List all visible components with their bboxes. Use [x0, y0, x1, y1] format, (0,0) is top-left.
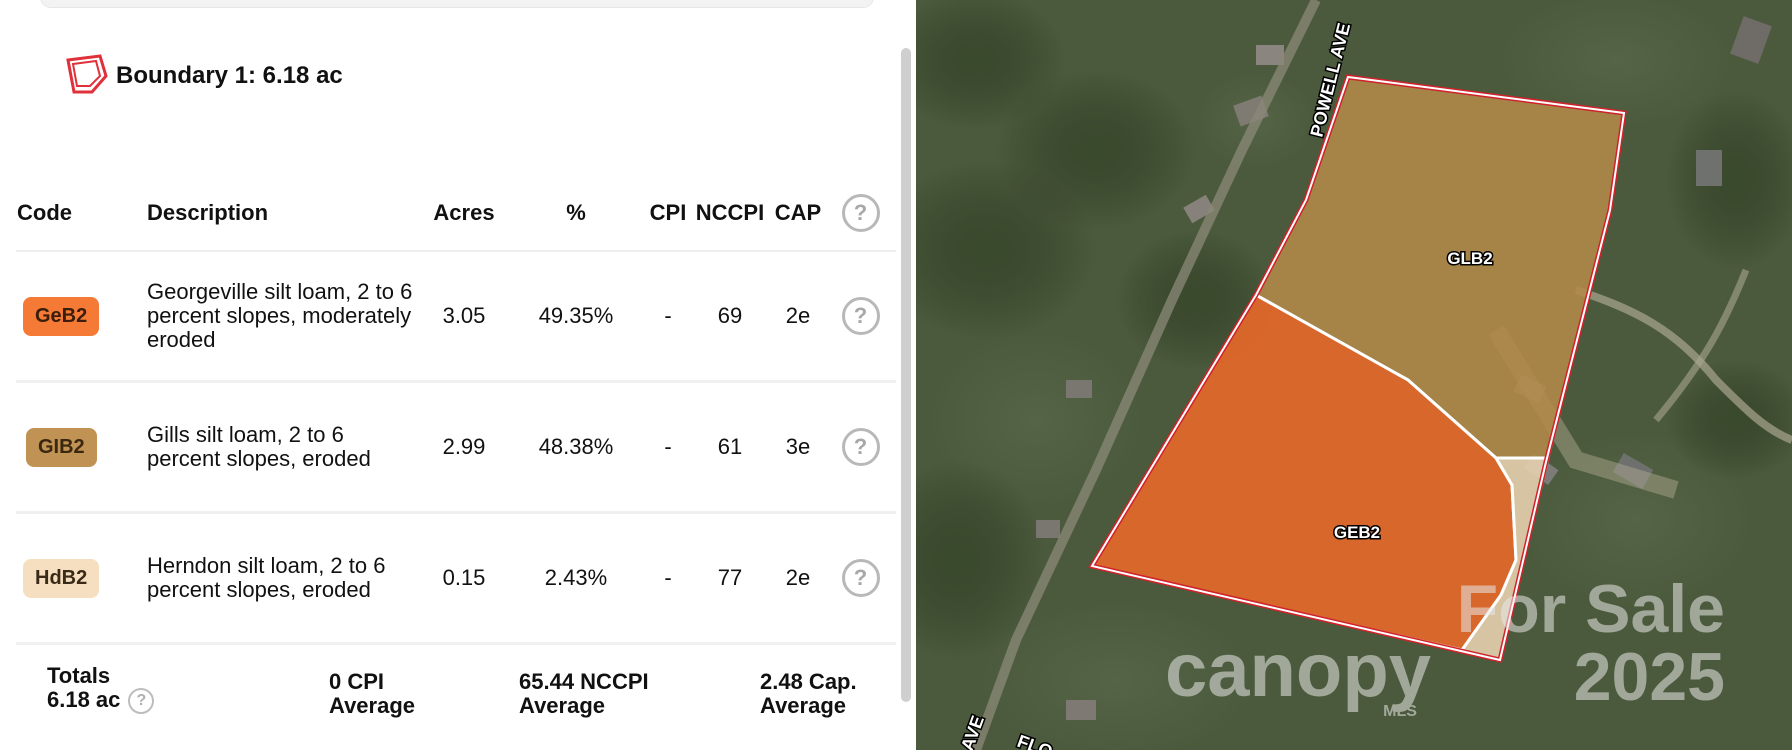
table-row: HdB2 Herndon silt loam, 2 to 6 percent s…: [16, 512, 896, 645]
help-icon[interactable]: ?: [841, 428, 880, 466]
header-acres: Acres: [423, 176, 505, 252]
totals-acres: 6.18 ac: [47, 687, 121, 712]
description-cell: Georgeville silt loam, 2 to 6 percent sl…: [146, 251, 423, 383]
header-percent: %: [505, 176, 647, 252]
soil-table: Code Description Acres % CPI NCCPI CAP ?…: [16, 176, 896, 645]
watermark-mls: MLS: [1383, 703, 1417, 720]
header-description: Description: [146, 176, 423, 252]
watermark-brand: canopy: [1165, 628, 1431, 713]
help-icon[interactable]: ?: [841, 194, 880, 232]
code-cell: HdB2: [16, 512, 146, 645]
totals-label: Totals: [47, 663, 111, 688]
nccpi-cell: 69: [689, 251, 771, 383]
totals-cap-sub: Average: [760, 693, 847, 718]
watermark-for-sale: For Sale: [1457, 571, 1725, 647]
totals-label-block: Totals 6.18 ac?: [47, 663, 155, 715]
help-cell[interactable]: ?: [825, 512, 896, 645]
totals-cap: 2.48 Cap. Average: [760, 670, 857, 718]
code-cell: GeB2: [16, 251, 146, 383]
help-cell[interactable]: ?: [825, 381, 896, 514]
help-cell[interactable]: ?: [825, 251, 896, 383]
cap-cell: 2e: [771, 512, 825, 645]
nccpi-cell: 77: [689, 512, 771, 645]
description-cell: Gills silt loam, 2 to 6 percent slopes, …: [146, 381, 423, 514]
boundary-header: Boundary 1: 6.18 ac: [64, 54, 343, 98]
percent-cell: 2.43%: [505, 512, 647, 645]
totals-acres-line: 6.18 ac?: [47, 687, 155, 715]
table-row: GIB2 Gills silt loam, 2 to 6 percent slo…: [16, 381, 896, 514]
header-help[interactable]: ?: [825, 176, 896, 252]
boundary-title: Boundary 1: 6.18 ac: [116, 62, 343, 89]
acres-cell: 2.99: [423, 381, 505, 514]
nccpi-cell: 61: [689, 381, 771, 514]
header-code: Code: [16, 176, 146, 252]
soil-code-badge[interactable]: GIB2: [26, 427, 97, 467]
polygon-icon: [66, 54, 108, 94]
soil-code-badge[interactable]: GeB2: [23, 296, 100, 336]
percent-cell: 49.35%: [505, 251, 647, 383]
search-bar-edge[interactable]: [40, 0, 874, 8]
label-geb2: GEB2: [1334, 523, 1380, 542]
cpi-cell: -: [647, 381, 689, 514]
cap-cell: 2e: [771, 251, 825, 383]
scrollbar[interactable]: [901, 48, 911, 702]
totals-cpi-value: 0 CPI: [329, 669, 385, 694]
help-icon[interactable]: ?: [128, 688, 155, 715]
totals-cpi: 0 CPI Average: [329, 670, 415, 718]
code-cell: GIB2: [16, 381, 146, 514]
acres-cell: 3.05: [423, 251, 505, 383]
table-row: GeB2 Georgeville silt loam, 2 to 6 perce…: [16, 251, 896, 383]
acres-cell: 0.15: [423, 512, 505, 645]
totals-nccpi-sub: Average: [519, 693, 606, 718]
header-cpi: CPI: [647, 176, 689, 252]
totals-cap-value: 2.48 Cap.: [760, 669, 857, 694]
soil-code-badge[interactable]: HdB2: [23, 558, 100, 598]
map-canvas[interactable]: GLB2 GEB2 POWELL AVE AVE FLO For Sale ca…: [916, 0, 1792, 750]
aerial-map[interactable]: GLB2 GEB2 POWELL AVE AVE FLO For Sale ca…: [916, 0, 1792, 750]
label-glb2: GLB2: [1447, 249, 1492, 268]
header-cap: CAP: [771, 176, 825, 252]
cap-cell: 3e: [771, 381, 825, 514]
description-cell: Herndon silt loam, 2 to 6 percent slopes…: [146, 512, 423, 645]
help-icon[interactable]: ?: [841, 297, 880, 335]
cpi-cell: -: [647, 251, 689, 383]
totals-nccpi: 65.44 NCCPI Average: [519, 670, 649, 718]
totals-nccpi-value: 65.44 NCCPI: [519, 669, 649, 694]
totals-row: Totals 6.18 ac? 0 CPI Average 65.44 NCCP…: [0, 632, 900, 750]
cpi-cell: -: [647, 512, 689, 645]
watermark-year: 2025: [1574, 639, 1725, 715]
table-header-row: Code Description Acres % CPI NCCPI CAP ?: [16, 176, 896, 252]
header-nccpi: NCCPI: [689, 176, 771, 252]
soil-panel: Boundary 1: 6.18 ac Code Description Acr…: [0, 0, 916, 750]
help-icon[interactable]: ?: [841, 559, 880, 597]
totals-cpi-sub: Average: [329, 693, 416, 718]
percent-cell: 48.38%: [505, 381, 647, 514]
